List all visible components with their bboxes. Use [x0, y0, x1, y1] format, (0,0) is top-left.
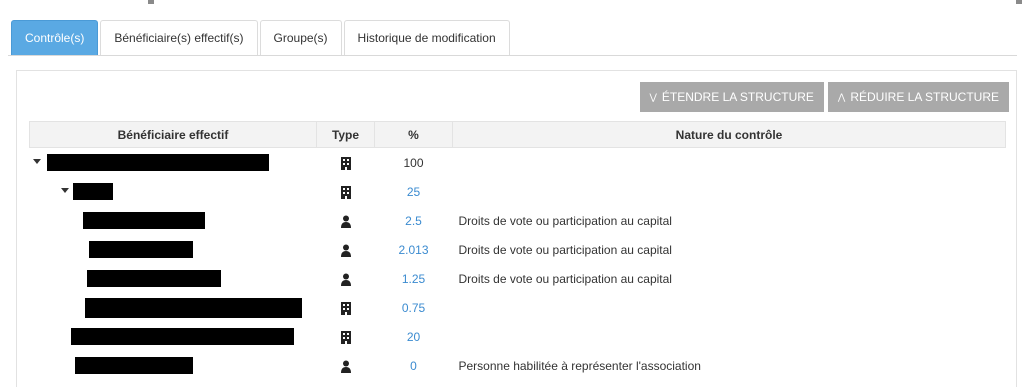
percent-value: 100	[403, 155, 424, 170]
nature-cell	[453, 148, 1006, 178]
table-row[interactable]: 25	[30, 177, 1006, 206]
top-edge-marks	[0, 0, 1025, 6]
person-icon	[340, 273, 351, 286]
tab-controles[interactable]: Contrôle(s)	[11, 20, 99, 55]
table-row[interactable]: 2.013 Droits de vote ou participation au…	[30, 235, 1006, 264]
building-icon	[340, 185, 351, 199]
percent-link[interactable]: 2.013	[398, 243, 428, 257]
percent-link[interactable]: 1.25	[402, 272, 425, 286]
redacted-name	[86, 270, 221, 287]
table-row[interactable]: 20	[30, 322, 1006, 351]
structure-toolbar: ⋁ ÉTENDRE LA STRUCTURE ⋀ RÉDUIRE LA STRU…	[639, 82, 1009, 112]
beneficiary-name-cell	[30, 351, 317, 380]
redacted-name	[72, 183, 113, 200]
double-chevron-up-icon: ⋀	[837, 92, 846, 102]
tab-historique[interactable]: Historique de modification	[343, 20, 510, 55]
collapse-structure-button[interactable]: ⋀ RÉDUIRE LA STRUCTURE	[827, 82, 1009, 112]
percent-link[interactable]: 0	[410, 359, 417, 373]
person-icon	[340, 215, 351, 228]
building-icon	[340, 301, 351, 315]
table-row[interactable]: 100	[30, 148, 1006, 178]
beneficiary-name-cell	[30, 148, 317, 177]
beneficiary-name-cell	[30, 264, 317, 293]
header-nature[interactable]: Nature du contrôle	[452, 121, 1006, 148]
beneficiary-name-cell	[30, 293, 317, 322]
edge-mark	[1016, 0, 1022, 4]
header-beneficiary[interactable]: Bénéficiaire effectif	[29, 121, 317, 148]
person-icon	[340, 360, 351, 373]
collapse-structure-label: RÉDUIRE LA STRUCTURE	[850, 90, 999, 104]
collapse-caret-icon[interactable]	[60, 188, 69, 193]
beneficiary-name-cell	[30, 177, 317, 206]
collapse-caret-icon[interactable]	[32, 159, 41, 164]
redacted-name	[84, 298, 302, 318]
redacted-name	[70, 328, 294, 345]
header-type[interactable]: Type	[316, 121, 375, 148]
tab-bar: Contrôle(s) Bénéficiaire(s) effectif(s) …	[11, 20, 512, 56]
percent-link[interactable]: 25	[407, 185, 420, 199]
table-row[interactable]: 2.5 Droits de vote ou participation au c…	[30, 206, 1006, 235]
redacted-name	[74, 357, 193, 374]
nature-cell: Droits de vote ou participation au capit…	[458, 213, 672, 228]
control-structure-panel: ⋁ ÉTENDRE LA STRUCTURE ⋀ RÉDUIRE LA STRU…	[16, 70, 1017, 387]
nature-cell	[453, 177, 1006, 206]
percent-link[interactable]: 2.5	[405, 214, 422, 228]
edge-mark	[148, 0, 154, 4]
expand-structure-button[interactable]: ⋁ ÉTENDRE LA STRUCTURE	[639, 82, 824, 112]
nature-cell: Droits de vote ou participation au capit…	[458, 242, 672, 257]
header-percent[interactable]: %	[374, 121, 453, 148]
table-row[interactable]: 0 Personne habilitée à représenter l'ass…	[30, 351, 1006, 380]
percent-link[interactable]: 20	[407, 330, 420, 344]
table-row[interactable]: 1.25 Droits de vote ou participation au …	[30, 264, 1006, 293]
building-icon	[340, 156, 351, 170]
beneficiary-name-cell	[30, 206, 317, 235]
control-table: Bénéficiaire effectif Type % Nature du c…	[29, 121, 1006, 380]
nature-cell	[453, 293, 1006, 322]
percent-link[interactable]: 0.75	[402, 301, 425, 315]
redacted-name	[46, 154, 269, 171]
redacted-name	[88, 241, 193, 258]
tab-divider	[8, 55, 1017, 56]
building-icon	[340, 330, 351, 344]
nature-cell	[453, 322, 1006, 351]
table-header-row: Bénéficiaire effectif Type % Nature du c…	[29, 121, 1006, 148]
person-icon	[340, 244, 351, 257]
redacted-name	[82, 212, 205, 229]
beneficiary-name-cell	[30, 322, 317, 351]
tab-groupes[interactable]: Groupe(s)	[259, 20, 342, 55]
expand-structure-label: ÉTENDRE LA STRUCTURE	[661, 90, 814, 104]
table-row[interactable]: 0.75	[30, 293, 1006, 322]
beneficiary-name-cell	[30, 235, 317, 264]
double-chevron-down-icon: ⋁	[649, 92, 657, 102]
tab-beneficiaires-effectifs[interactable]: Bénéficiaire(s) effectif(s)	[100, 20, 258, 55]
nature-cell: Personne habilitée à représenter l'assoc…	[458, 358, 701, 373]
nature-cell: Droits de vote ou participation au capit…	[458, 271, 672, 286]
